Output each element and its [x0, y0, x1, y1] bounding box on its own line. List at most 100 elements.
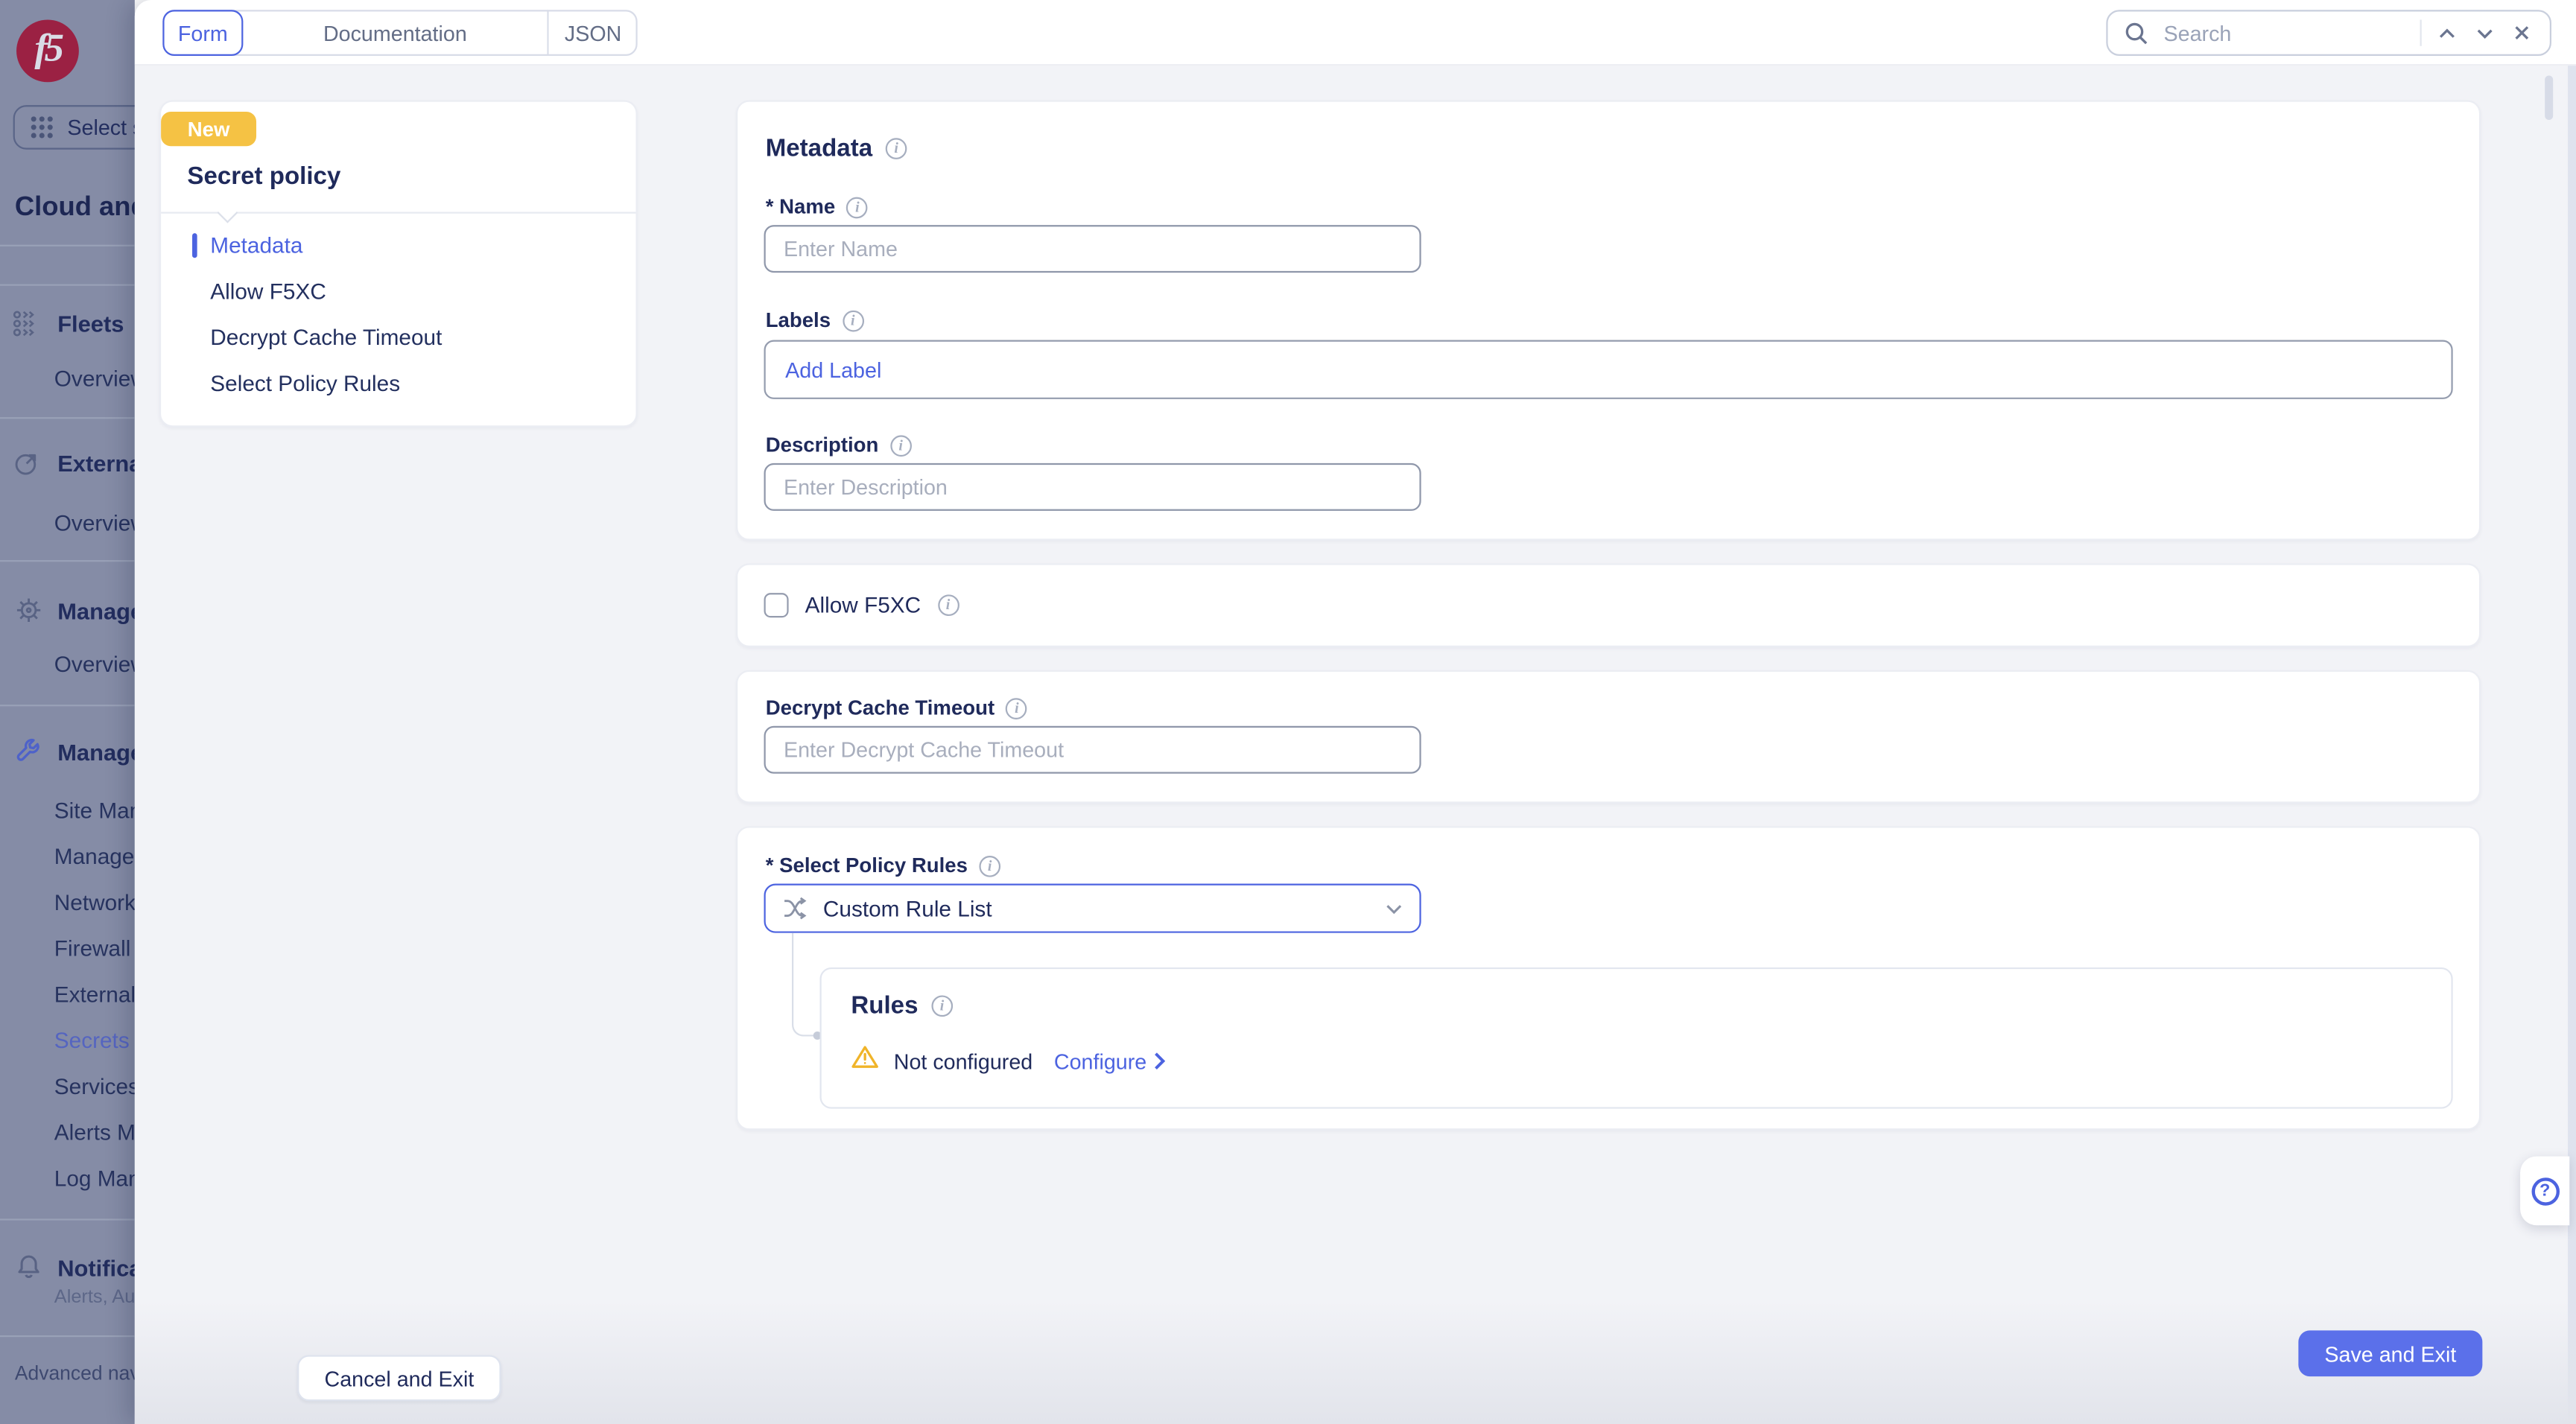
sidebar-item-label: Manage: [57, 738, 135, 764]
search-input[interactable]: [2160, 19, 2408, 46]
sidebar-item-external-services[interactable]: External Services: [13, 450, 135, 476]
sidebar-item-label: Fleets: [57, 311, 124, 337]
shield-arrow-icon: [13, 450, 43, 476]
sidebar-subitem-services[interactable]: Services: [54, 1074, 135, 1099]
modal-topbar: Form Documentation JSON: [135, 0, 2576, 66]
sidebar-item-manage-tools[interactable]: Manage: [13, 737, 135, 765]
warning-icon: [851, 1045, 878, 1078]
description-label-text: Description: [766, 433, 879, 457]
sidebar-subitem-log-management[interactable]: Log Management: [54, 1166, 135, 1191]
advanced-nav-toggle[interactable]: Advanced nav: [15, 1361, 135, 1385]
secret-policy-modal: Form Documentation JSON: [135, 0, 2576, 1424]
metadata-section: Metadata * Name Labels Add Label Descrip…: [736, 101, 2481, 541]
sidebar-subitem-firewall[interactable]: Firewall: [54, 936, 135, 961]
question-mark-icon: [2531, 1177, 2558, 1204]
workspace-title: Cloud and Edge Sites: [15, 192, 135, 223]
app-grid-icon: [30, 115, 54, 139]
wizard-title: Secret policy: [187, 162, 340, 190]
sidebar-subitem-secrets[interactable]: Secrets: [54, 1029, 135, 1053]
divider: [0, 245, 135, 247]
sidebar-item-fleets[interactable]: Fleets: [13, 311, 135, 337]
name-label-text: * Name: [766, 195, 835, 218]
step-decrypt-cache-timeout[interactable]: Decrypt Cache Timeout: [187, 325, 619, 352]
fleets-icon: [13, 311, 43, 337]
notifications-sublabel: Alerts, Audit Logs: [54, 1288, 135, 1307]
sidebar-item-manage[interactable]: Manage: [13, 597, 135, 624]
info-icon[interactable]: [1006, 697, 1028, 719]
step-allow-f5xc[interactable]: Allow F5XC: [187, 279, 619, 305]
step-metadata[interactable]: Metadata: [187, 233, 619, 259]
allow-f5xc-checkbox[interactable]: [764, 593, 789, 617]
sidebar-subitem-overview[interactable]: Overview: [54, 511, 135, 535]
wizard-steps: Metadata Allow F5XC Decrypt Cache Timeou…: [187, 233, 619, 417]
sidebar-subitem-alerts-management[interactable]: Alerts Management: [54, 1120, 135, 1145]
save-and-exit-button[interactable]: Save and Exit: [2298, 1330, 2482, 1376]
info-icon[interactable]: [886, 138, 907, 159]
policy-rules-selected-value: Custom Rule List: [823, 896, 1370, 921]
info-icon[interactable]: [847, 197, 869, 218]
tab-form[interactable]: Form: [162, 10, 243, 56]
tab-json[interactable]: JSON: [547, 10, 637, 56]
app-root: f5 Select service Cloud and Edge Sites: [0, 0, 2576, 1424]
name-field-label: * Name: [766, 195, 869, 218]
bell-icon: [13, 1253, 43, 1281]
rules-section-title: Rules: [851, 992, 952, 1020]
name-input[interactable]: [764, 225, 1421, 273]
divider: [0, 705, 135, 706]
sidebar-item-label: Notifications: [57, 1254, 135, 1280]
sidebar-subitem-manage[interactable]: Manage: [54, 845, 135, 869]
search-prev-icon[interactable]: [2433, 19, 2459, 45]
info-icon[interactable]: [890, 434, 912, 456]
labels-input[interactable]: Add Label: [764, 340, 2453, 399]
view-tabs: Form Documentation JSON: [162, 10, 637, 56]
info-icon[interactable]: [931, 995, 953, 1017]
sidebar-subitem-overview[interactable]: Overview: [54, 652, 135, 677]
collapse-notch-icon: [217, 201, 238, 222]
help-button[interactable]: [2520, 1157, 2569, 1226]
search-bar: [2106, 10, 2551, 56]
sidebar-item-notifications[interactable]: Notifications: [13, 1253, 135, 1281]
labels-field-label: Labels: [766, 309, 863, 332]
decrypt-label-text: Decrypt Cache Timeout: [766, 696, 994, 719]
search-icon: [2122, 19, 2148, 45]
scrollbar-thumb[interactable]: [2545, 75, 2553, 120]
divider: [0, 417, 135, 419]
chevron-down-icon: [1385, 899, 1403, 917]
policy-rules-select[interactable]: Custom Rule List: [764, 884, 1421, 933]
sidebar-subitem-networking[interactable]: Networking: [54, 890, 135, 915]
divider: [0, 1218, 135, 1220]
sidebar-subitem-site-management[interactable]: Site Management: [54, 798, 135, 823]
nested-connector-line: [792, 933, 816, 1037]
divider: [0, 560, 135, 562]
sidebar-subitem-overview[interactable]: Overview: [54, 366, 135, 391]
primary-sidebar: f5 Select service Cloud and Edge Sites: [0, 0, 135, 1424]
allow-f5xc-section: Allow F5XC: [736, 563, 2481, 646]
select-service-label: Select service: [67, 115, 134, 139]
configure-link-text: Configure: [1054, 1049, 1146, 1073]
info-icon[interactable]: [979, 855, 1000, 877]
search-next-icon[interactable]: [2471, 19, 2497, 45]
sidebar-subitem-external[interactable]: External Services: [54, 982, 135, 1007]
branch-icon: [782, 897, 808, 920]
wrench-icon: [13, 737, 43, 765]
metadata-title-text: Metadata: [766, 135, 872, 162]
rules-subsection: Rules Not configured Configure: [819, 967, 2452, 1109]
sidebar-item-label: Manage: [57, 597, 135, 623]
decrypt-cache-timeout-input[interactable]: [764, 726, 1421, 774]
description-input[interactable]: [764, 463, 1421, 511]
add-label-button[interactable]: Add Label: [785, 357, 881, 382]
chevron-right-icon: [1153, 1051, 1167, 1070]
tab-documentation[interactable]: Documentation: [243, 11, 547, 54]
select-service-button[interactable]: Select service: [13, 105, 135, 150]
configure-link[interactable]: Configure: [1054, 1049, 1167, 1073]
policy-rules-field-label: * Select Policy Rules: [766, 854, 1000, 877]
search-close-icon[interactable]: [2509, 19, 2535, 45]
description-field-label: Description: [766, 433, 912, 457]
cancel-and-exit-button[interactable]: Cancel and Exit: [297, 1355, 501, 1401]
labels-label-text: Labels: [766, 309, 831, 332]
f5-logo-text: f5: [34, 27, 60, 71]
step-select-policy-rules[interactable]: Select Policy Rules: [187, 371, 619, 397]
info-icon[interactable]: [937, 594, 959, 616]
info-icon[interactable]: [843, 310, 864, 331]
f5-logo[interactable]: f5: [16, 19, 79, 82]
